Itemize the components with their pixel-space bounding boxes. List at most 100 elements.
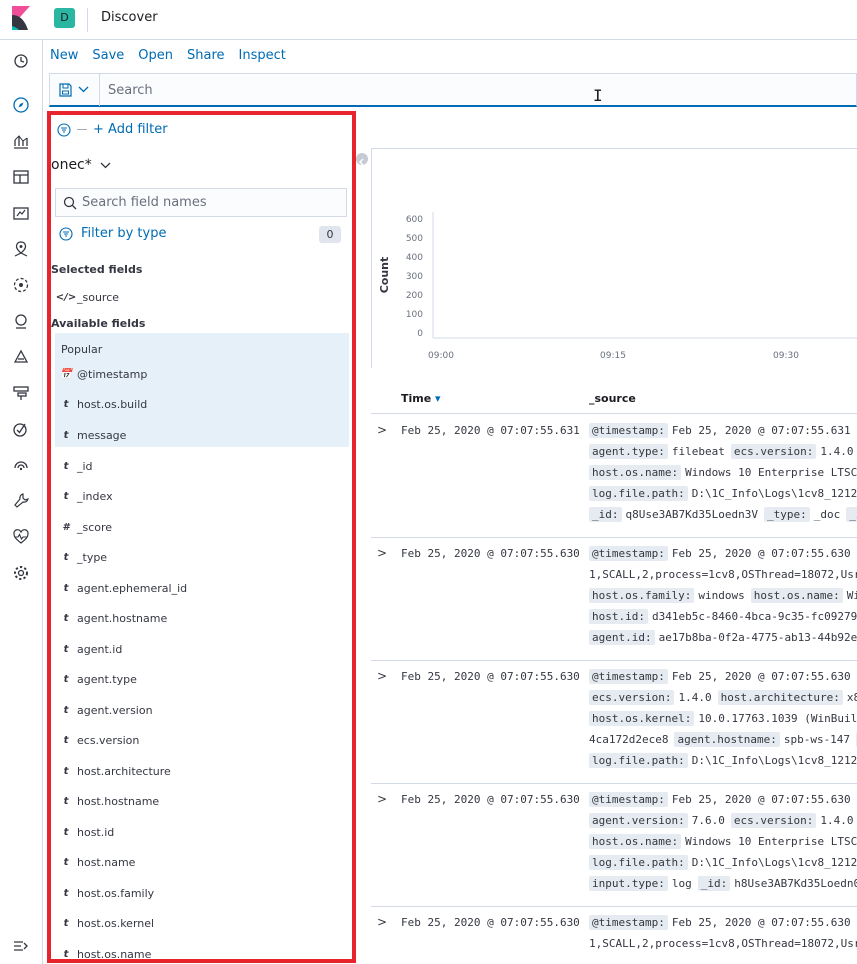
source-value: 7.6.0: [691, 814, 725, 827]
field-type-string-icon: t: [63, 552, 69, 563]
filter-count-badge: 0: [319, 226, 341, 243]
source-line: @timestamp:Feb 25, 2020 @ 07:07:55.630m: [589, 669, 857, 691]
field-item-agent-hostname[interactable]: t agent.hostname: [55, 604, 349, 634]
source-value: x8: [846, 691, 857, 704]
filter-icon[interactable]: [57, 122, 71, 137]
row-source: @timestamp:Feb 25, 2020 @ 07:07:55.630l1…: [589, 546, 857, 652]
monitoring-heartbeat-icon[interactable]: [12, 528, 30, 546]
infrastructure-icon[interactable]: [12, 312, 30, 330]
expand-row-icon[interactable]: >: [377, 669, 387, 683]
field-item-host-os-build[interactable]: t host.os.build: [55, 390, 349, 420]
source-line: agent.id: ae17b8ba-0f2a-4775-ab13-44b92ed: [589, 630, 857, 652]
new-link[interactable]: New: [50, 48, 78, 63]
field-item-agent-id[interactable]: t agent.id: [55, 634, 349, 664]
collapse-nav-icon[interactable]: [12, 937, 30, 955]
field-item-id[interactable]: t _id: [55, 451, 349, 481]
source-key: input.type:: [589, 876, 668, 891]
field-item-agent-version[interactable]: t agent.version: [55, 695, 349, 725]
chevron-left-icon: [359, 158, 364, 166]
recently-viewed-icon[interactable]: [12, 52, 30, 70]
field-name: agent.type: [77, 673, 137, 686]
filter-by-type-button[interactable]: Filter by type: [59, 226, 166, 241]
field-type-source-icon: </>: [55, 291, 77, 303]
field-item-host-hostname[interactable]: t host.hostname: [55, 787, 349, 817]
source-column-header: _source: [589, 392, 636, 405]
source-key: _type:: [763, 507, 810, 522]
dashboard-icon[interactable]: [12, 168, 30, 186]
field-name: host.os.build: [77, 398, 148, 411]
field-item-host-architecture[interactable]: t host.architecture: [55, 756, 349, 786]
source-value: Feb 25, 2020 @ 07:07:55.630: [671, 793, 851, 806]
share-link[interactable]: Share: [187, 48, 225, 63]
expand-row-icon[interactable]: >: [377, 423, 387, 437]
dev-tools-wrench-icon[interactable]: [12, 492, 30, 510]
save-link[interactable]: Save: [92, 48, 124, 63]
expand-row-icon[interactable]: >: [377, 546, 387, 560]
field-item-host-name[interactable]: t host.name: [55, 848, 349, 878]
source-line: host.os.name: Windows 10 Enterprise LTSC: [589, 465, 857, 487]
discover-compass-icon[interactable]: [12, 96, 30, 114]
field-item-agent-type[interactable]: t agent.type: [55, 665, 349, 695]
management-gear-icon[interactable]: [12, 564, 30, 582]
expand-row-icon[interactable]: >: [377, 915, 387, 929]
source-key: _id:: [697, 876, 731, 891]
row-source: @timestamp:Feb 25, 2020 @ 07:07:55.630me…: [589, 669, 857, 775]
field-name: agent.id: [77, 642, 123, 656]
field-item-index[interactable]: t _index: [55, 482, 349, 512]
inspect-link[interactable]: Inspect: [239, 48, 286, 63]
y-tick-label: 200: [406, 291, 423, 301]
source-value: D:\1C_Info\Logs\1cv8_1212\: [691, 754, 857, 767]
machine-learning-icon[interactable]: [12, 276, 30, 294]
source-key: host.os.family:: [589, 588, 695, 603]
field-item-type[interactable]: t _type: [55, 543, 349, 573]
logs-icon[interactable]: [12, 348, 30, 366]
x-tick-label: 09:15: [600, 351, 626, 361]
field-name: _id: [77, 459, 93, 473]
siem-icon[interactable]: [12, 456, 30, 474]
left-nav: [0, 40, 43, 964]
visualize-icon[interactable]: [12, 132, 30, 150]
collapse-sidebar-button[interactable]: [356, 153, 368, 166]
canvas-icon[interactable]: [12, 204, 30, 222]
field-type-string-icon: t: [63, 429, 69, 441]
source-value: _doc: [813, 508, 841, 521]
field-item-host-id[interactable]: t host.id: [55, 817, 349, 847]
open-link[interactable]: Open: [138, 48, 173, 63]
table-row: > Feb 25, 2020 @ 07:07:55.630 @timestamp: F…: [371, 538, 857, 661]
space-avatar[interactable]: D: [54, 8, 75, 28]
time-column-header[interactable]: Time ▾: [401, 392, 441, 405]
field-item-host-os-name[interactable]: t host.os.name: [55, 939, 349, 960]
field-name: ecs.version: [77, 734, 140, 747]
source-line: log.file.path: D:\1C_Info\Logs\1cv8_1212\: [589, 753, 857, 775]
field-item-message[interactable]: t message: [55, 420, 349, 450]
source-key: agent.type:: [589, 444, 668, 459]
source-value: h8Use3AB7Kd35Loedn0a: [734, 877, 857, 890]
chevron-down-icon: [78, 86, 89, 93]
field-item-score[interactable]: # _score: [55, 512, 349, 542]
field-item-host-os-family[interactable]: t host.os.family: [55, 878, 349, 908]
field-item-source[interactable]: </> _source: [55, 282, 349, 312]
histogram-chart[interactable]: Count 600 500 400 300 200 100 0 09:00 09:15 09:30: [371, 148, 857, 368]
kibana-logo-icon[interactable]: [10, 6, 32, 30]
expand-row-icon[interactable]: >: [377, 792, 387, 806]
source-key: log.file.path:: [589, 855, 688, 870]
saved-queries-button[interactable]: [50, 74, 100, 106]
field-type-string-icon: t: [63, 399, 69, 410]
maps-icon[interactable]: [12, 240, 30, 258]
uptime-icon[interactable]: [12, 420, 30, 438]
field-item-timestamp[interactable]: 📅 @timestamp: [55, 359, 349, 389]
table-row: > Feb 25, 2020 @ 07:07:55.630 @timestamp: F…: [371, 661, 857, 784]
field-item-agent-ephemeral-id[interactable]: t agent.ephemeral_id: [55, 573, 349, 603]
field-item-ecs-version[interactable]: t ecs.version: [55, 726, 349, 756]
field-search-input[interactable]: [82, 195, 332, 210]
row-source: @timestamp:Feb 25, 2020 @ 07:07:55.630aa…: [589, 792, 857, 898]
apm-icon[interactable]: [12, 384, 30, 402]
index-pattern-selector[interactable]: onec*: [51, 157, 111, 173]
add-filter-button[interactable]: + Add filter: [93, 122, 168, 137]
field-item-host-os-kernel[interactable]: t host.os.kernel: [55, 909, 349, 939]
search-input[interactable]: [108, 80, 808, 100]
field-type-date-icon: 📅: [59, 368, 73, 380]
sort-caret-icon[interactable]: ▾: [435, 392, 441, 405]
source-value: 1,SCALL,2,process=1cv8,OSThread=18072,Us…: [589, 568, 857, 581]
field-name: agent.ephemeral_id: [77, 581, 188, 595]
